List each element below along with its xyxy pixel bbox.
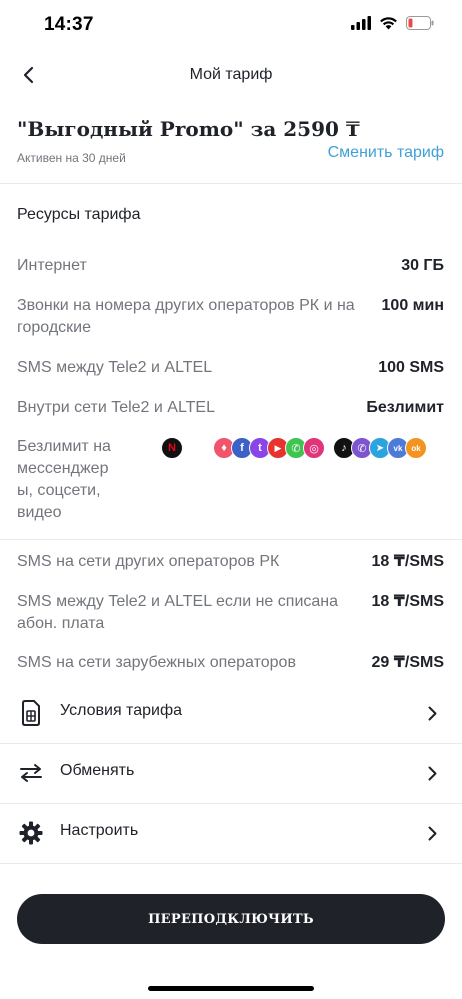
resource-label: Интернет [17, 257, 87, 274]
instagram-icon: ◎ [303, 437, 325, 459]
netflix-glyph: N [168, 442, 176, 454]
resource-label: SMS между Tele2 и ALTEL [17, 359, 213, 376]
unlimited-apps-label: Безлимит на мессенджер ы, соцсети, видео [17, 438, 111, 521]
battery-icon [406, 16, 434, 30]
resource-value: 30 ГБ [401, 257, 444, 274]
menu-item-label: Обменять [60, 762, 135, 779]
telegram-glyph: ➤ [375, 442, 385, 454]
charge-value: 29 ₸/SMS [371, 654, 445, 671]
wifi-icon [380, 17, 397, 30]
viber-glyph: ✆ [357, 442, 367, 455]
status-time: 14:37 [44, 14, 94, 35]
odnoklassniki-icon: ok [405, 437, 427, 459]
home-indicator[interactable] [148, 986, 314, 991]
charge-value: 18 ₸/SMS [371, 553, 445, 570]
resource-value: 100 мин [381, 297, 444, 314]
charge-label: SMS на сети зарубежных операторов [17, 654, 296, 671]
resource-label: Внутри сети Tele2 и ALTEL [17, 399, 215, 416]
change-tariff-link[interactable]: Сменить тариф [328, 144, 444, 162]
tiktok-glyph: ♪ [341, 442, 347, 454]
chevron-right-icon [424, 703, 440, 723]
menu-item-label: Настроить [60, 822, 139, 839]
chevron-right-icon [424, 823, 440, 843]
charge-row-sms-other: SMS на сети других операторов РК 18 ₸/SM… [17, 551, 444, 573]
vk-glyph: vk [393, 443, 403, 453]
menu-item-label: Условия тарифа [60, 702, 182, 719]
facebook-glyph: f [240, 442, 244, 454]
tinder-glyph: ♦ [221, 442, 227, 454]
resource-value: Безлимит [366, 399, 444, 416]
netflix-icon: N [161, 437, 183, 459]
reconnect-button[interactable]: ПЕРЕПОДКЛЮЧИТЬ [17, 894, 445, 944]
tariff-name: "Выгодный Promo" за 2590 ₸ [17, 117, 360, 141]
charge-value: 18 ₸/SMS [371, 593, 445, 610]
nav-bar: Мой тариф [0, 55, 462, 95]
resource-label: Звонки на номера других операторов РК и … [17, 297, 355, 336]
gear-icon [18, 820, 44, 846]
resource-row-internet: Интернет 30 ГБ [17, 255, 444, 277]
twitch-glyph: t [258, 442, 262, 454]
resource-row-on-net: Внутри сети Tele2 и ALTEL Безлимит [17, 397, 444, 419]
divider [0, 183, 462, 184]
instagram-glyph: ◎ [309, 442, 319, 455]
exchange-arrows-icon [18, 760, 44, 786]
youtube-glyph: ▶ [274, 442, 282, 453]
resource-value: 100 SMS [378, 359, 444, 376]
resource-row-calls: Звонки на номера других операторов РК и … [17, 295, 444, 339]
tariff-active-period: Активен на 30 дней [17, 151, 126, 165]
resources-title: Ресурсы тарифа [17, 206, 141, 223]
status-bar: 14:37 [0, 0, 462, 50]
divider [0, 863, 462, 864]
charge-row-sms-no-fee: SMS между Tele2 и ALTEL если не списана … [17, 591, 444, 635]
charge-label: SMS на сети других операторов РК [17, 553, 280, 570]
cellular-signal-icon [351, 16, 371, 30]
menu-item-exchange[interactable]: Обменять [0, 744, 462, 802]
menu-item-configure[interactable]: Настроить [0, 804, 462, 862]
chevron-right-icon [424, 763, 440, 783]
odnoklassniki-glyph: ok [411, 443, 421, 453]
whatsapp-glyph: ✆ [291, 442, 301, 455]
menu-item-tariff-conditions[interactable]: Условия тарифа [0, 684, 462, 742]
charge-row-sms-foreign: SMS на сети зарубежных операторов 29 ₸/S… [17, 652, 444, 674]
divider [0, 539, 462, 540]
page-title: Мой тариф [189, 66, 273, 83]
resource-row-sms: SMS между Tele2 и ALTEL 100 SMS [17, 357, 444, 379]
sim-card-icon [18, 700, 44, 726]
charge-label: SMS между Tele2 и ALTEL если не списана … [17, 593, 339, 632]
status-icons [351, 16, 434, 30]
